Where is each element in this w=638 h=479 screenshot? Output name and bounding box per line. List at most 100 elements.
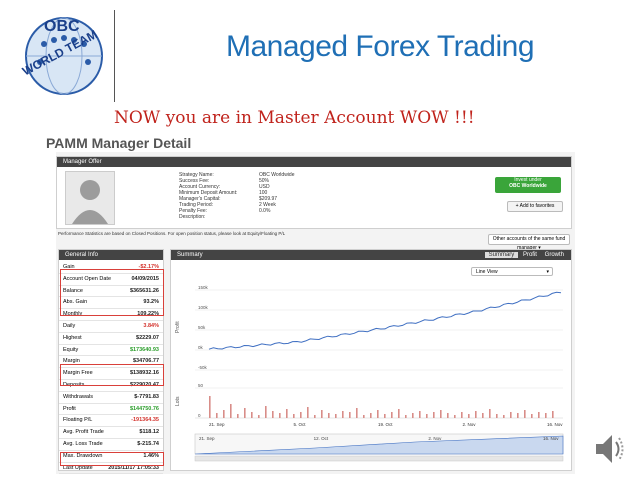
lots-bar: [482, 413, 484, 418]
invest-button[interactable]: Invest under OBC Worldwide: [495, 177, 561, 193]
stat-value: $-215.74: [137, 440, 159, 447]
lots-bar: [293, 414, 295, 418]
table-row: Daily 3.84%: [59, 321, 163, 333]
lots-bar: [209, 396, 211, 418]
y-tick-label: 0k: [198, 345, 204, 350]
invest-button-line2: OBC Worldwide: [509, 183, 547, 189]
tab-growth[interactable]: Growth: [542, 252, 567, 258]
lots-tick-label: 0: [198, 413, 201, 418]
navigator-scrollbar: [194, 455, 564, 462]
lots-bar: [244, 408, 246, 418]
offer-label: Description:: [179, 214, 206, 220]
x-tick-label: 19. Oct: [378, 422, 393, 427]
lots-bar: [426, 414, 428, 418]
lots-bar: [321, 410, 323, 418]
other-accounts-select[interactable]: Other accounts of the same fund manager …: [488, 234, 570, 251]
x-tick-label: 5. Oct: [294, 422, 307, 427]
speaker-icon[interactable]: [593, 430, 627, 468]
stat-label: Withdrawals: [63, 393, 93, 400]
stat-value: $-7791.83: [134, 393, 159, 400]
table-row: Highest $2229.07: [59, 333, 163, 345]
stat-label: Profit: [63, 405, 76, 412]
lots-bar: [496, 414, 498, 418]
lots-bar: [524, 410, 526, 418]
lots-bar: [454, 415, 456, 418]
page-subtitle: NOW you are in Master Account WOW !!!: [114, 108, 475, 128]
stat-value: $118.12: [139, 429, 159, 436]
view-select-value: Line View: [476, 269, 498, 275]
stat-value: $2229.07: [136, 334, 159, 341]
navigator-tick-label: 2. Nov: [428, 436, 442, 441]
y-tick-label: 150k: [198, 285, 209, 290]
lots-bar: [489, 409, 491, 418]
stat-value: 3.84%: [143, 322, 159, 329]
lots-bar: [286, 409, 288, 418]
manager-offer-panel: Manager Offer Strategy Name: Success Fee…: [56, 156, 572, 229]
lots-bar: [468, 414, 470, 418]
stat-label: Equity: [63, 346, 79, 353]
stat-label: Highest: [63, 334, 82, 341]
summary-panel: Summary Summary Profit Growth Line View …: [170, 249, 572, 471]
lots-tick-label: 50: [198, 383, 204, 388]
lots-bar: [475, 411, 477, 418]
lots-bar: [328, 413, 330, 418]
embedded-screenshot: Manager Offer Strategy Name: Success Fee…: [56, 152, 575, 475]
table-row: Floating P/L -191364.35: [59, 415, 163, 428]
summary-header: Summary Summary Profit Growth: [171, 250, 571, 260]
tab-profit[interactable]: Profit: [520, 252, 540, 258]
table-row: Equity $173640.93: [59, 345, 163, 357]
lots-bar: [461, 412, 463, 418]
lots-bar: [440, 410, 442, 418]
lots-bar: [314, 415, 316, 418]
lots-bar: [377, 410, 379, 418]
x-tick-label: 21. Sep: [209, 422, 225, 427]
lots-bar: [391, 412, 393, 418]
lots-bar: [538, 412, 540, 418]
tab-summary[interactable]: Summary: [484, 252, 519, 258]
add-to-favorites-button[interactable]: + Add to favorites: [507, 201, 563, 212]
lots-bar: [307, 407, 309, 418]
stat-value: $173640.93: [129, 346, 159, 353]
lots-bar: [216, 413, 218, 418]
lots-bar: [552, 411, 554, 418]
x-tick-label: 16. Nov: [547, 422, 563, 427]
highlight-box-last-update: [60, 452, 164, 466]
lots-bar: [398, 409, 400, 418]
lots-bar: [517, 413, 519, 418]
lots-bar: [342, 411, 344, 418]
stat-label: Daily: [63, 322, 76, 329]
navigator-tick-label: 21. Sep: [199, 436, 215, 441]
general-info-header: General Info: [59, 250, 163, 260]
lots-bar: [433, 412, 435, 418]
avatar: [65, 171, 115, 225]
lots-bar: [419, 411, 421, 418]
y-tick-label: 100k: [198, 305, 209, 310]
summary-title: Summary: [177, 252, 203, 258]
chevron-down-icon: ▾: [546, 269, 549, 275]
lots-bar: [363, 415, 365, 418]
lots-bar: [531, 414, 533, 418]
lots-bar: [272, 411, 274, 418]
stat-value: $144750.76: [129, 405, 159, 412]
table-row: Withdrawals $-7791.83: [59, 392, 163, 404]
navigator-tick-label: 16. Nov: [543, 436, 559, 441]
page-title: Managed Forex Trading: [226, 30, 535, 63]
table-row: Profit $144750.76: [59, 404, 163, 416]
highlight-box-profit: [60, 364, 164, 386]
y-tick-label: -50k: [198, 365, 208, 370]
x-tick-label: 2. Nov: [463, 422, 477, 427]
lots-bar: [412, 413, 414, 418]
lots-bar: [237, 414, 239, 418]
table-row: Avg. Profit Trade $118.12: [59, 427, 163, 439]
tab-group: Summary Profit Growth: [484, 250, 567, 260]
view-select[interactable]: Line View ▾: [471, 267, 553, 276]
lots-bar: [405, 415, 407, 418]
lots-bar: [370, 413, 372, 418]
table-row: Avg. Loss Trade $-215.74: [59, 439, 163, 451]
lots-bar: [335, 414, 337, 418]
stat-value: -191364.35: [131, 417, 159, 424]
lots-bar: [545, 413, 547, 418]
manager-offer-header: Manager Offer: [57, 157, 571, 167]
lots-bar: [279, 413, 281, 418]
lots-axis-label: Lots: [175, 396, 181, 406]
